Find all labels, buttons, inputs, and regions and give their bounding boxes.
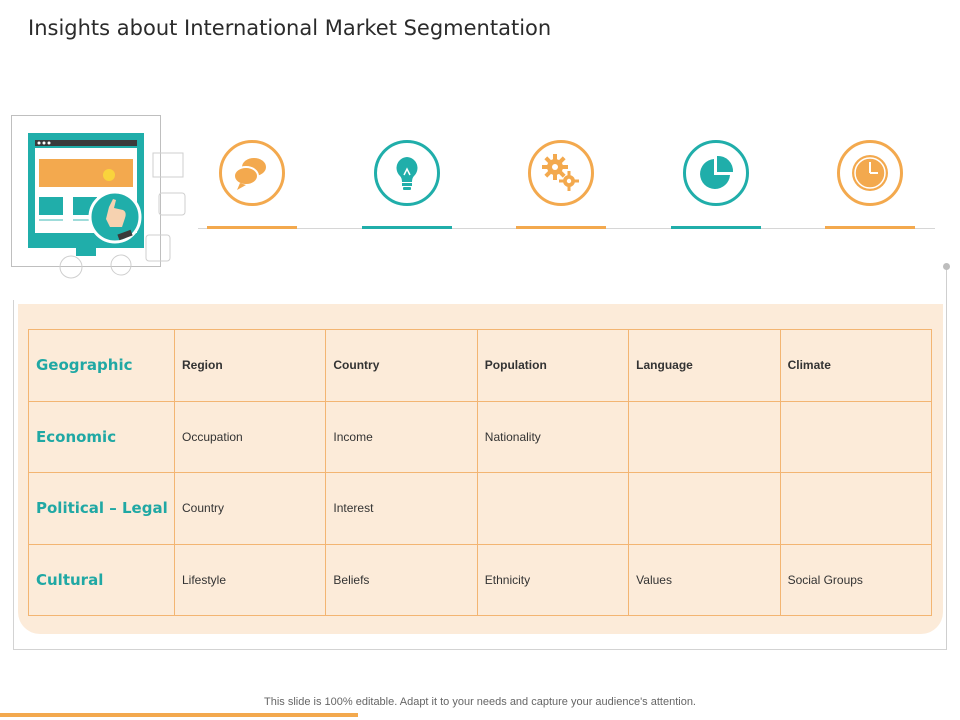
row-label-economic: Economic	[28, 400, 175, 473]
icon-underline	[207, 226, 297, 229]
table-cell: Lifestyle	[173, 543, 327, 616]
icon-underline	[825, 226, 915, 229]
table-cell: Language	[628, 329, 781, 402]
clock-icon	[837, 140, 903, 206]
table-cell	[779, 400, 933, 473]
page-title: Insights about International Market Segm…	[28, 16, 552, 40]
icon-slot-5	[825, 140, 915, 230]
icon-underline	[362, 226, 452, 229]
icon-slot-2	[362, 140, 452, 230]
table-cell: Population	[476, 329, 630, 402]
table-cell: Income	[325, 400, 478, 473]
table-cell: Region	[173, 329, 327, 402]
table-row: Political – Legal Country Interest	[28, 472, 933, 545]
table-cell	[628, 472, 781, 545]
row-label-geographic: Geographic	[28, 329, 175, 402]
pie-chart-icon	[683, 140, 749, 206]
table-cell	[628, 400, 781, 473]
table-cell: Interest	[325, 472, 478, 545]
footer-note: This slide is 100% editable. Adapt it to…	[264, 696, 696, 708]
table-cell: Occupation	[173, 400, 327, 473]
icon-slot-3	[516, 140, 606, 230]
row-label-cultural: Cultural	[28, 543, 175, 616]
icon-underline	[671, 226, 761, 229]
segmentation-table: Geographic Region Country Population Lan…	[28, 329, 933, 616]
connector-dot	[943, 263, 950, 270]
table-cell: Social Groups	[779, 543, 933, 616]
connector-line	[946, 268, 947, 650]
row-label-political-legal: Political – Legal	[28, 472, 175, 545]
speech-bubbles-icon	[219, 140, 285, 206]
table-cell: Values	[628, 543, 781, 616]
table-cell: Ethnicity	[476, 543, 630, 616]
table-row: Economic Occupation Income Nationality	[28, 400, 933, 473]
table-cell: Country	[173, 472, 327, 545]
icon-slot-1	[207, 140, 297, 230]
table-cell: Country	[325, 329, 478, 402]
icon-underline	[516, 226, 606, 229]
table-cell	[476, 472, 630, 545]
lightbulb-icon	[374, 140, 440, 206]
icon-slot-4	[671, 140, 761, 230]
table-row: Geographic Region Country Population Lan…	[28, 329, 933, 402]
gears-icon	[528, 140, 594, 206]
monitor-click-illustration	[28, 133, 186, 279]
table-row: Cultural Lifestyle Beliefs Ethnicity Val…	[28, 543, 933, 616]
web-marketing-illustration	[11, 115, 201, 290]
table-cell: Nationality	[476, 400, 630, 473]
table-cell	[779, 472, 933, 545]
table-cell: Beliefs	[325, 543, 478, 616]
footer-accent-bar	[0, 713, 358, 717]
table-cell: Climate	[779, 329, 933, 402]
